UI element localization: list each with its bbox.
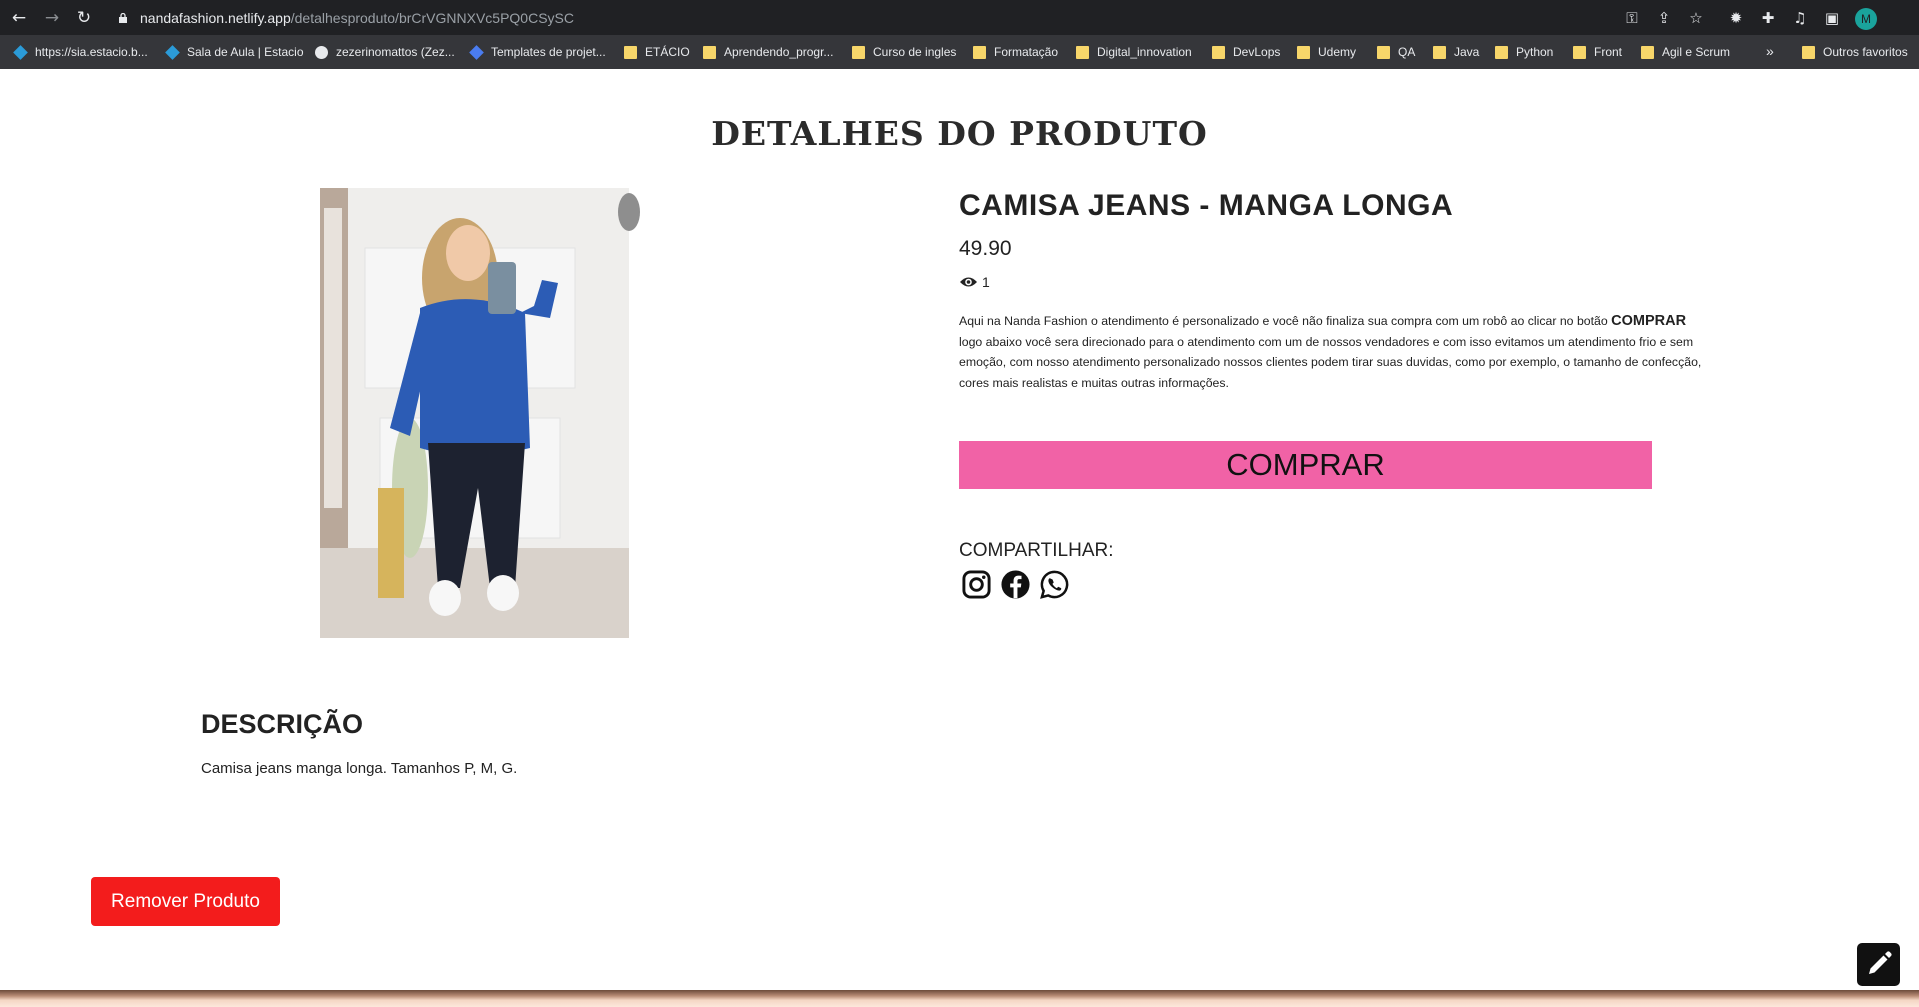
star-icon[interactable]: ☆ [1687,9,1705,27]
bookmark-label: Formatação [994,45,1059,59]
sidepanel-icon[interactable]: ▣ [1823,9,1841,27]
folder-icon [1377,45,1390,59]
facebook-icon[interactable] [1000,569,1031,600]
site-icon [469,44,484,60]
address-bar[interactable]: nandafashion.netlify.app/detalhesproduto… [140,10,574,26]
folder-icon [1076,45,1089,59]
share-label: COMPARTILHAR: [959,540,1114,561]
bookmark-folder[interactable]: ETÁCIO [624,44,690,60]
folder-icon [1802,45,1815,59]
bookmark-folder[interactable]: Python [1495,44,1553,60]
puzzle-icon[interactable]: ✚ [1759,9,1777,27]
site-icon [13,44,28,60]
bookmark-label: DevLops [1233,45,1281,59]
bookmark-label: Front [1594,45,1623,59]
description-title: DESCRIÇÃO [201,709,364,739]
bookmark-label: Python [1516,45,1554,59]
instagram-icon[interactable] [961,569,992,600]
product-image [320,188,629,638]
page-title: DETALHES DO PRODUTO [711,114,1208,153]
bookmark-folder[interactable]: Aprendendo_progr... [703,44,833,60]
folder-icon [1641,45,1654,59]
bookmark-item[interactable]: Sala de Aula | Estacio [165,44,304,60]
whatsapp-icon[interactable] [1039,569,1070,600]
service-info-highlight: COMPRAR [1611,313,1687,329]
buy-button[interactable]: COMPRAR [959,441,1652,489]
bookmark-folder[interactable]: Digital_innovation [1076,44,1192,60]
service-info-text: logo abaixo você sera direcionado para o… [959,334,1702,390]
folder-icon [624,45,637,59]
site-icon [165,44,180,60]
bookmark-item[interactable]: https://sia.estacio.b... [13,44,148,60]
bookmark-label: Outros favoritos [1823,45,1908,59]
media-icon[interactable]: ♫ [1791,9,1809,27]
reload-icon[interactable]: ↻ [74,8,94,28]
bookmark-folder[interactable]: Agil e Scrum [1641,44,1730,60]
bookmark-folder[interactable]: Formatação [973,44,1058,60]
url-host: nandafashion.netlify.app [140,10,291,26]
bookmark-label: Curso de ingles [873,45,957,59]
share-icon[interactable]: ⇪ [1655,9,1673,27]
eye-icon [960,277,977,287]
bookmark-label: ETÁCIO [645,45,690,59]
folder-icon [852,45,865,59]
other-favorites[interactable]: Outros favoritos [1802,44,1908,60]
folder-icon [1495,45,1508,59]
folder-icon [973,45,986,59]
key-icon[interactable]: ⚿ [1623,9,1641,27]
share-links [961,569,1070,600]
pencil-icon [1869,951,1892,974]
bookmarks-more-button[interactable]: » [1766,43,1774,59]
bookmark-label: Digital_innovation [1097,45,1192,59]
bookmark-folder[interactable]: Front [1573,44,1622,60]
profile-avatar[interactable]: M [1855,8,1877,30]
folder-icon [703,45,716,59]
bookmark-folder[interactable]: QA [1377,44,1415,60]
product-price: 49.90 [959,237,1012,260]
bookmark-label: Java [1454,45,1480,59]
folder-icon [1297,45,1310,59]
lock-icon [119,13,127,23]
folder-icon [1433,45,1446,59]
edit-button[interactable] [1857,943,1900,986]
bookmark-label: Udemy [1318,45,1357,59]
product-name: CAMISA JEANS - MANGA LONGA [959,189,1454,222]
bookmark-folder[interactable]: Java [1433,44,1479,60]
bookmark-label: Aprendendo_progr... [724,45,834,59]
view-count: 1 [959,274,990,290]
view-count-value: 1 [982,274,990,290]
bookmark-folder[interactable]: Curso de ingles [852,44,956,60]
bookmark-label: zezerinomattos (Zez... [336,45,455,59]
bookmark-label: Sala de Aula | Estacio [187,45,304,59]
browser-toolbar: ← → ↻ nandafashion.netlify.app/detalhesp… [0,0,1919,35]
bookmark-label: https://sia.estacio.b... [35,45,148,59]
folder-icon [1212,45,1225,59]
service-info: Aqui na Nanda Fashion o atendimento é pe… [959,311,1711,393]
bookmark-item[interactable]: Templates de projet... [469,44,606,60]
bookmarks-bar: https://sia.estacio.b... Sala de Aula | … [0,35,1919,69]
footer-bar [0,990,1919,1007]
forward-icon[interactable]: → [42,8,62,28]
bookmark-label: Templates de projet... [491,45,606,59]
bookmark-label: Agil e Scrum [1662,45,1731,59]
service-info-text: Aqui na Nanda Fashion o atendimento é pe… [959,314,1612,328]
extension-icon[interactable]: ✹ [1727,9,1745,27]
bookmark-label: QA [1398,45,1416,59]
bookmark-folder[interactable]: Udemy [1297,44,1356,60]
github-icon [315,45,328,59]
back-icon[interactable]: ← [9,8,29,28]
description-text: Camisa jeans manga longa. Tamanhos P, M,… [201,760,518,777]
carousel-next-button[interactable] [618,193,640,231]
bookmark-folder[interactable]: DevLops [1212,44,1280,60]
url-path: /detalhesproduto/brCrVGNNXVc5PQ0CSySC [290,10,574,26]
bookmark-item[interactable]: zezerinomattos (Zez... [315,44,455,60]
remove-product-button[interactable]: Remover Produto [91,877,280,926]
folder-icon [1573,45,1586,59]
